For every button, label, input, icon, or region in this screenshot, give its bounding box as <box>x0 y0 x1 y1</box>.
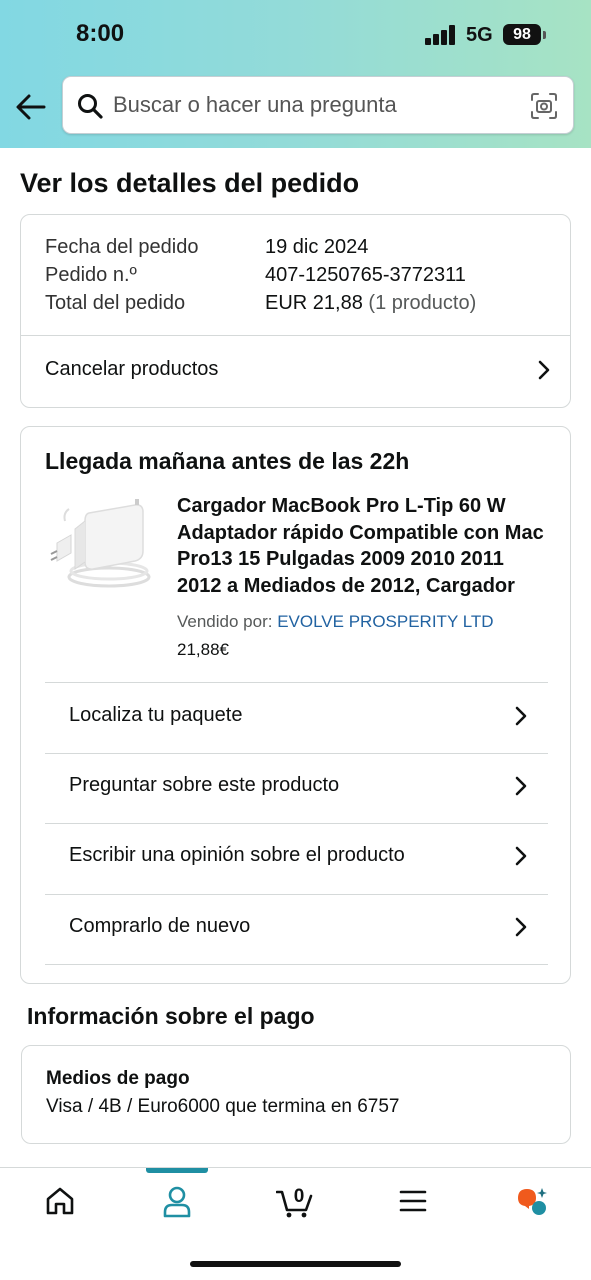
back-button[interactable] <box>14 90 48 124</box>
nav-rufus[interactable] <box>500 1168 560 1238</box>
cart-icon: 0 <box>276 1186 313 1218</box>
payment-methods-card[interactable]: Medios de pago Visa / 4B / Euro6000 que … <box>21 1045 571 1144</box>
product-image[interactable] <box>49 499 153 595</box>
nav-account[interactable] <box>147 1168 207 1238</box>
shipment-card: Llegada mañana antes de las 22h Cargador… <box>20 426 571 984</box>
rufus-icon <box>518 1188 547 1215</box>
chevron-right-icon <box>515 917 527 937</box>
page-title: Ver los detalles del pedido <box>20 168 360 198</box>
home-icon <box>46 1187 74 1215</box>
buy-again-row[interactable]: Comprarlo de nuevo <box>45 895 548 965</box>
status-time: 8:00 <box>76 20 125 47</box>
order-number-value: 407-1250765-3772311 <box>265 264 466 286</box>
order-date-value: 19 dic 2024 <box>265 236 369 258</box>
nav-menu[interactable] <box>383 1168 443 1238</box>
nav-home[interactable] <box>30 1168 90 1238</box>
product-price: 21,88€ <box>177 640 229 659</box>
sold-by-label: Vendido por: <box>177 612 273 631</box>
camera-scan-icon[interactable] <box>529 91 559 121</box>
top-header: 8:00 5G 98 <box>0 0 591 148</box>
order-total-count: (1 producto) <box>368 292 477 314</box>
payment-method-value: Visa / 4B / Euro6000 que termina en 6757 <box>46 1096 400 1117</box>
divider <box>45 964 548 965</box>
sold-by: Vendido por: EVOLVE PROSPERITY LTD <box>177 612 494 632</box>
order-date-label: Fecha del pedido <box>45 236 199 258</box>
search-icon <box>78 94 103 119</box>
chevron-right-icon <box>515 846 527 866</box>
order-number-label: Pedido n.º <box>45 264 137 286</box>
cart-count: 0 <box>294 1186 305 1207</box>
ask-product-row[interactable]: Preguntar sobre este producto <box>45 754 548 824</box>
order-total: EUR 21,88 (1 producto) <box>265 292 476 315</box>
cancel-products-label: Cancelar productos <box>45 358 219 380</box>
order-total-label: Total del pedido <box>45 292 186 314</box>
order-summary-card: Fecha del pedido 19 dic 2024 Pedido n.º … <box>20 214 571 408</box>
write-review-row[interactable]: Escribir una opinión sobre el producto <box>45 824 548 894</box>
write-review-label: Escribir una opinión sobre el producto <box>69 844 405 866</box>
signal-icon <box>425 25 457 45</box>
delivery-heading: Llegada mañana antes de las 22h <box>45 448 410 474</box>
payment-methods-label: Medios de pago <box>46 1068 190 1089</box>
chevron-right-icon <box>538 360 550 380</box>
order-total-value: EUR 21,88 <box>265 292 363 314</box>
track-package-row[interactable]: Localiza tu paquete <box>45 683 548 753</box>
seller-link[interactable]: EVOLVE PROSPERITY LTD <box>277 612 493 631</box>
nav-cart[interactable]: 0 <box>268 1168 328 1238</box>
search-bar[interactable] <box>62 76 574 134</box>
battery-icon: 98 <box>503 24 541 45</box>
account-icon <box>163 1186 191 1218</box>
arrow-left-icon <box>16 94 46 120</box>
network-label: 5G <box>466 24 493 46</box>
chevron-right-icon <box>515 776 527 796</box>
payment-heading: Información sobre el pago <box>27 1003 315 1029</box>
battery-tip <box>543 31 546 39</box>
ask-product-label: Preguntar sobre este producto <box>69 774 340 796</box>
menu-icon <box>399 1190 427 1212</box>
cancel-products-row[interactable]: Cancelar productos <box>21 336 570 407</box>
status-bar: 8:00 5G 98 <box>0 0 591 70</box>
buy-again-label: Comprarlo de nuevo <box>69 915 251 937</box>
home-indicator <box>190 1261 401 1267</box>
search-input[interactable] <box>113 85 513 125</box>
chevron-right-icon <box>515 706 527 726</box>
track-package-label: Localiza tu paquete <box>69 704 243 726</box>
product-title-link[interactable]: Cargador MacBook Pro L-Tip 60 W Adaptado… <box>177 493 549 599</box>
